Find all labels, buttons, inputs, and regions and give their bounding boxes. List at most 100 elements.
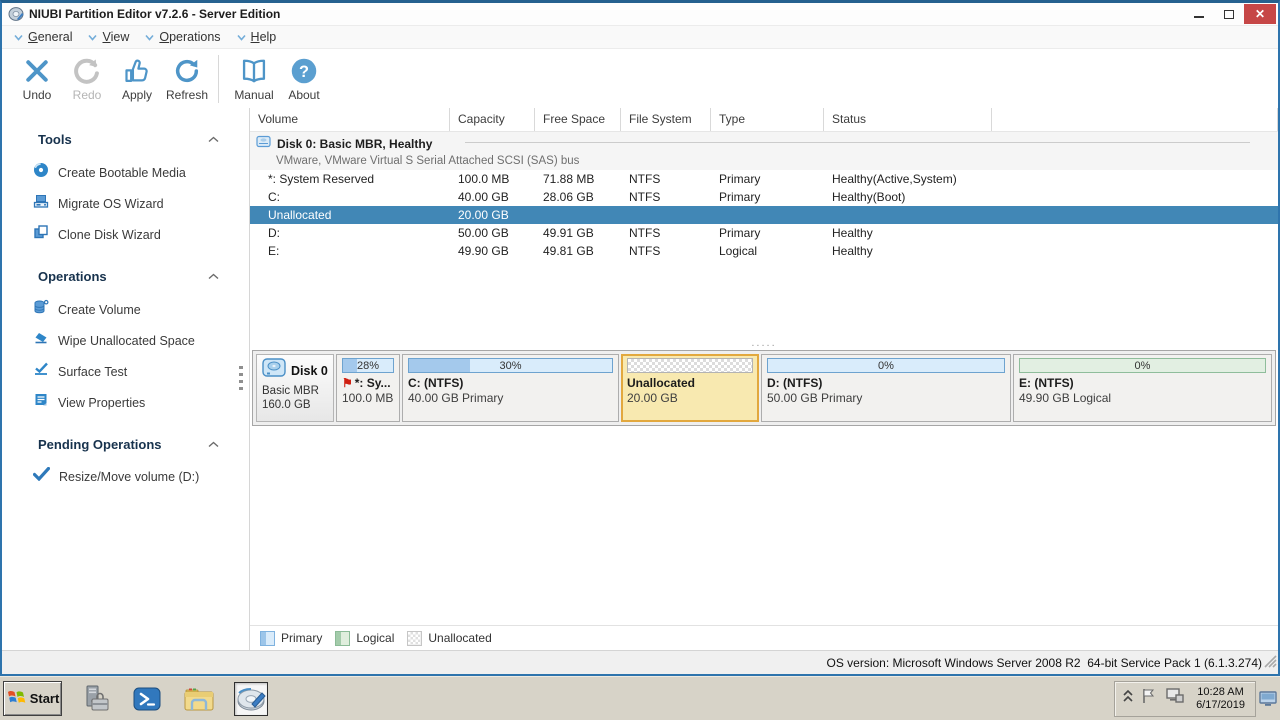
- usage-bar: 0%: [767, 358, 1005, 373]
- chevron-down-icon: [14, 34, 23, 41]
- taskbar-clock[interactable]: 10:28 AM 6/17/2019: [1192, 686, 1249, 712]
- volume-row-unallocated-selected[interactable]: Unallocated 20.00 GB: [250, 206, 1278, 224]
- legend-item-logical: Logical: [335, 630, 394, 646]
- menu-general[interactable]: General: [14, 30, 72, 44]
- app-icon: [8, 7, 24, 21]
- menu-bar: General View Operations Help: [2, 25, 1278, 49]
- disk-group-header[interactable]: Disk 0: Basic MBR, Healthy VMware, VMwar…: [250, 132, 1278, 170]
- volume-row-d[interactable]: D: 50.00 GB 49.91 GB NTFS Primary Health…: [250, 224, 1278, 242]
- sidebar-section-tools[interactable]: Tools: [2, 130, 249, 148]
- menu-label: Operations: [159, 30, 221, 44]
- manual-book-icon: [240, 55, 268, 87]
- maximize-icon: [1224, 9, 1234, 19]
- diskmap-partition-e[interactable]: 0% E: (NTFS) 49.90 GB Logical: [1013, 354, 1272, 422]
- chevron-down-icon: [236, 34, 246, 41]
- taskbar-powershell-icon[interactable]: [130, 682, 164, 716]
- column-header-status[interactable]: Status: [824, 108, 992, 131]
- volume-row-c[interactable]: C: 40.00 GB 28.06 GB NTFS Primary Health…: [250, 188, 1278, 206]
- wipe-icon: [33, 330, 49, 351]
- sidebar-splitter-handle[interactable]: [239, 366, 243, 390]
- disk-group-subtitle: VMware, VMware Virtual S Serial Attached…: [276, 155, 580, 167]
- maximize-button[interactable]: [1214, 4, 1244, 24]
- toolbar-separator: [218, 55, 219, 103]
- apply-button[interactable]: Apply: [112, 53, 162, 102]
- disk-layout: Basic MBR: [262, 385, 319, 397]
- taskbar: Start 10:28 AM 6/17/2019: [0, 676, 1280, 720]
- view-properties-icon: [33, 392, 49, 413]
- column-header-capacity[interactable]: Capacity: [450, 108, 535, 131]
- surface-test-icon: [33, 361, 49, 382]
- volume-row-e[interactable]: E: 49.90 GB 49.81 GB NTFS Logical Health…: [250, 242, 1278, 260]
- sidebar-item-migrate-os-wizard[interactable]: Migrate OS Wizard: [2, 193, 249, 214]
- apply-thumbs-up-icon: [123, 55, 151, 87]
- redo-button[interactable]: Redo: [62, 53, 112, 102]
- sidebar-section-pending-operations[interactable]: Pending Operations: [2, 435, 249, 453]
- usage-bar: 28%: [342, 358, 394, 373]
- usage-bar: 30%: [408, 358, 613, 373]
- sidebar-item-surface-test[interactable]: Surface Test: [2, 361, 249, 382]
- close-button[interactable]: ✕: [1244, 4, 1276, 24]
- disk-drive-icon: [262, 358, 286, 383]
- column-header-file-system[interactable]: File System: [621, 108, 711, 131]
- volume-row-system-reserved[interactable]: *: System Reserved 100.0 MB 71.88 MB NTF…: [250, 170, 1278, 188]
- minimize-button[interactable]: [1184, 4, 1214, 24]
- pending-check-icon: [32, 466, 51, 486]
- about-button[interactable]: ? About: [279, 53, 329, 102]
- network-icon[interactable]: [1165, 687, 1185, 710]
- disk-group-title: Disk 0: Basic MBR, Healthy: [277, 137, 433, 151]
- create-volume-icon: [33, 299, 49, 320]
- disk-map: Disk 0 Basic MBR 160.0 GB 28% ⚑ *: Sy... …: [252, 350, 1276, 426]
- resize-grip[interactable]: [1264, 655, 1277, 673]
- panel-splitter[interactable]: .....: [250, 260, 1278, 350]
- pending-operation-resize-move-d[interactable]: Resize/Move volume (D:): [2, 466, 249, 486]
- disk-map-disk-info[interactable]: Disk 0 Basic MBR 160.0 GB: [256, 354, 334, 422]
- taskbar-server-manager-icon[interactable]: [78, 682, 112, 716]
- status-bar: OS version: Microsoft Windows Server 200…: [2, 650, 1278, 674]
- clone-disk-icon: [33, 224, 49, 245]
- taskbar-explorer-folder-icon[interactable]: [182, 682, 216, 716]
- menu-help[interactable]: Help: [236, 30, 277, 44]
- windows-logo-icon: [6, 687, 26, 710]
- refresh-button[interactable]: Refresh: [162, 53, 212, 102]
- undo-icon: [23, 55, 51, 87]
- primary-swatch: [260, 630, 275, 646]
- splitter-dots[interactable]: .....: [250, 338, 1278, 349]
- migrate-os-icon: [33, 193, 49, 214]
- sidebar-item-create-bootable-media[interactable]: Create Bootable Media: [2, 162, 249, 183]
- diskmap-partition-d[interactable]: 0% D: (NTFS) 50.00 GB Primary: [761, 354, 1011, 422]
- undo-button[interactable]: Undo: [12, 53, 62, 102]
- boot-flag-icon: ⚑: [342, 376, 353, 390]
- diskmap-partition-c[interactable]: 30% C: (NTFS) 40.00 GB Primary: [402, 354, 619, 422]
- logical-swatch: [335, 630, 351, 646]
- diskmap-partition-unallocated-selected[interactable]: Unallocated 20.00 GB: [621, 354, 759, 422]
- taskbar-niubi-active-icon[interactable]: [234, 681, 268, 716]
- chevron-down-icon: [145, 34, 154, 41]
- legend-item-primary: Primary: [260, 630, 322, 646]
- system-tray: 10:28 AM 6/17/2019: [1114, 680, 1256, 717]
- manual-button[interactable]: Manual: [229, 53, 279, 102]
- redo-icon: [73, 55, 101, 87]
- toolbar: Undo Redo Apply Refresh Manual ? About: [2, 49, 1278, 108]
- column-header-free-space[interactable]: Free Space: [535, 108, 621, 131]
- table-header: Volume Capacity Free Space File System T…: [250, 108, 1278, 132]
- action-center-flag-icon[interactable]: [1140, 687, 1158, 710]
- os-version-text: OS version: Microsoft Windows Server 200…: [826, 655, 1262, 670]
- show-desktop-button[interactable]: [1258, 681, 1278, 717]
- sidebar-section-operations[interactable]: Operations: [2, 267, 249, 285]
- menu-operations[interactable]: Operations: [145, 30, 221, 44]
- app-window: NIUBI Partition Editor v7.2.6 - Server E…: [0, 0, 1280, 676]
- sidebar-item-view-properties[interactable]: View Properties: [2, 392, 249, 413]
- sidebar: Tools Create Bootable Media Migrate OS W…: [2, 108, 250, 650]
- bootable-media-disc-icon: [33, 162, 49, 183]
- menu-label: Help: [250, 30, 277, 44]
- sidebar-item-clone-disk-wizard[interactable]: Clone Disk Wizard: [2, 224, 249, 245]
- close-icon: ✕: [1254, 7, 1266, 21]
- column-header-volume[interactable]: Volume: [250, 108, 450, 131]
- column-header-type[interactable]: Type: [711, 108, 824, 131]
- sidebar-item-wipe-unallocated-space[interactable]: Wipe Unallocated Space: [2, 330, 249, 351]
- show-hidden-icons-chevron[interactable]: [1123, 689, 1133, 708]
- sidebar-item-create-volume[interactable]: Create Volume: [2, 299, 249, 320]
- start-button[interactable]: Start: [3, 681, 62, 716]
- diskmap-partition-system-reserved[interactable]: 28% ⚑ *: Sy... 100.0 MB: [336, 354, 400, 422]
- menu-view[interactable]: View: [88, 30, 129, 44]
